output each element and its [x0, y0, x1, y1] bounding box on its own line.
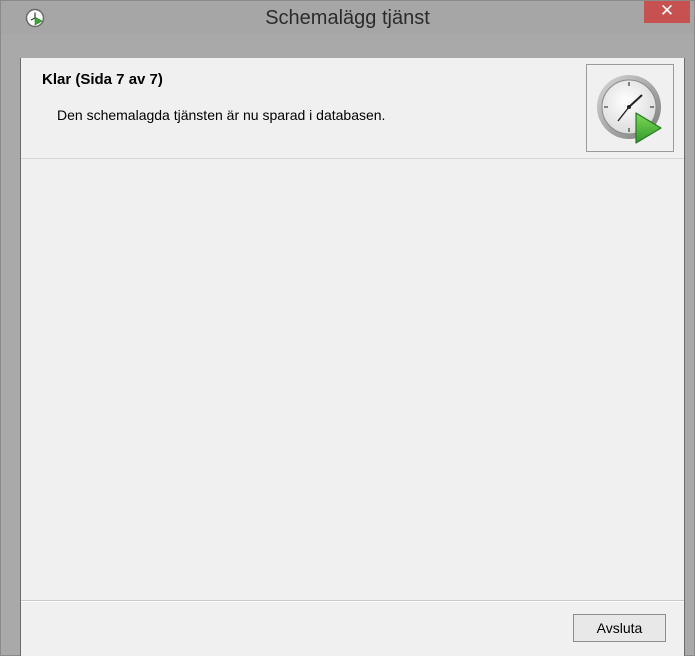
wizard-header: Klar (Sida 7 av 7) Den schemalagda tjäns… — [21, 58, 684, 159]
close-icon: ✕ — [659, 1, 675, 21]
client-frame — [20, 34, 685, 58]
close-button[interactable]: ✕ — [644, 1, 690, 23]
wizard-window: Schemalägg tjänst ✕ Klar (Sida 7 av 7) D… — [0, 0, 695, 656]
title-bar[interactable]: Schemalägg tjänst ✕ — [1, 1, 694, 34]
page-description: Den schemalagda tjänsten är nu sparad i … — [57, 107, 386, 123]
footer-separator — [21, 600, 684, 602]
wizard-client-area: Klar (Sida 7 av 7) Den schemalagda tjäns… — [20, 58, 685, 656]
clock-play-icon — [597, 75, 662, 144]
header-image — [586, 64, 674, 152]
finish-button[interactable]: Avsluta — [573, 614, 666, 642]
window-title: Schemalägg tjänst — [265, 7, 430, 29]
page-title: Klar (Sida 7 av 7) — [42, 71, 163, 88]
